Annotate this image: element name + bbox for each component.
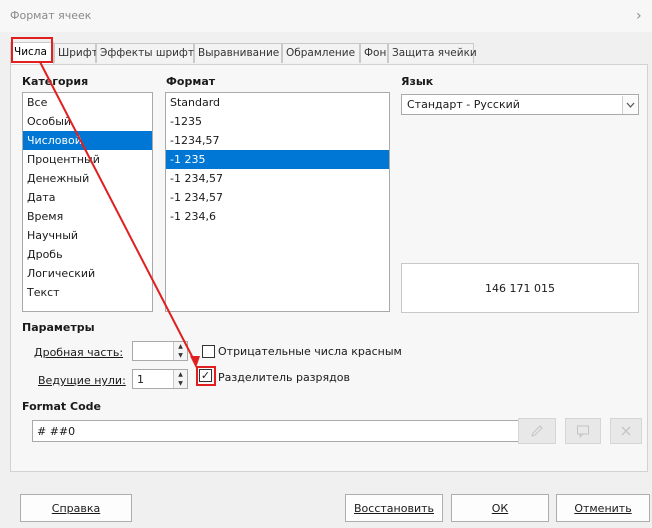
annotation-arrow [39, 61, 200, 368]
